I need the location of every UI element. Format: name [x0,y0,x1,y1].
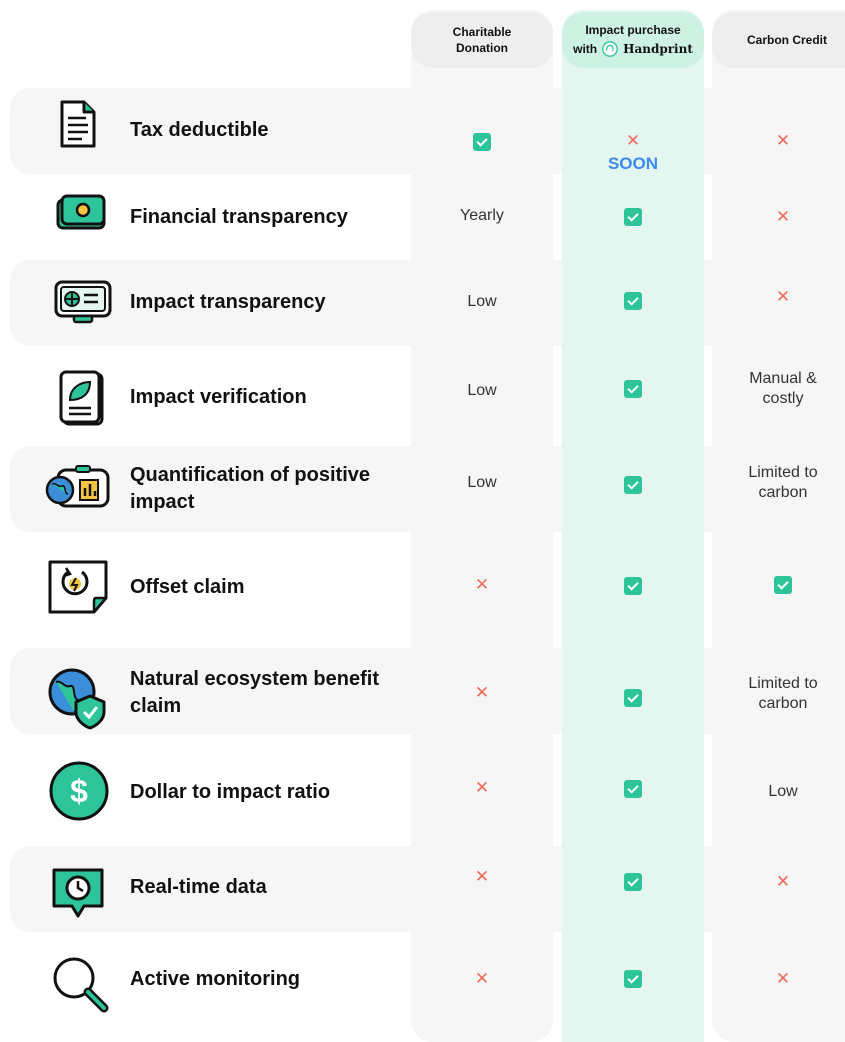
header-impact-purchase: Impact purchase with Handprint [562,12,704,68]
cell-carbon: Limited to carbon [748,675,818,712]
cell-impact [562,380,704,404]
cross-icon: ✕ [474,778,490,797]
cell-carbon [712,576,845,600]
dollar-icon: $ [48,760,110,822]
cell-charitable: Low [467,382,497,399]
money-icon [56,190,108,236]
cell-carbon: ✕ [712,288,845,308]
svg-text:$: $ [70,773,88,809]
check-icon [624,689,642,707]
offset-cycle-icon [46,558,112,616]
cell-charitable: ✕ [411,868,553,888]
check-icon [624,380,642,398]
document-icon [48,96,104,152]
soon-badge: SOON [607,154,659,173]
chart-board-icon [52,278,114,326]
cell-impact [562,476,704,500]
row-label: Impact verification [130,386,307,408]
cell-charitable: ✕ [411,779,553,799]
cross-icon: ✕ [474,575,490,594]
cell-impact [562,292,704,316]
row-label: Dollar to impact ratio [130,781,331,803]
check-icon [624,476,642,494]
cell-carbon: Low [768,783,798,800]
cell-carbon: ✕ [712,970,845,990]
header-impact-line1: Impact purchase [585,23,681,37]
check-icon [624,873,642,891]
cross-icon: ✕ [775,287,791,306]
header-carbon-credit: Carbon Credit [712,12,845,68]
header-impact-brand: Handprint [623,42,693,56]
cell-carbon: Manual & costly [749,370,817,407]
check-icon [624,780,642,798]
row-label: Tax deductible [130,119,269,141]
cell-carbon: Limited to carbon [748,464,818,501]
cell-charitable: Low [467,474,497,491]
row-label: Financial transparency [130,206,348,228]
row-label: Offset claim [130,576,245,598]
check-icon [624,208,642,226]
header-impact-with: with [573,42,598,56]
cross-icon: ✕ [775,872,791,891]
header-carbon-label: Carbon Credit [746,33,827,47]
cross-icon: ✕ [775,207,791,226]
cell-carbon: ✕ [712,873,845,893]
cell-charitable: Low [467,293,497,310]
header-charitable-label: Charitable Donation [452,25,512,55]
cell-impact [562,780,704,804]
row-label: Active monitoring [130,968,301,990]
check-icon [473,133,491,151]
cell-impact [562,873,704,897]
row-label: Impact transparency [130,291,326,313]
handprint-logo-icon [602,41,618,57]
check-icon [624,577,642,595]
cross-icon: ✕ [775,969,791,988]
magnifier-icon [50,954,110,1014]
row-label: Quantification of positive impact [130,464,371,513]
clock-chat-icon [50,866,106,922]
cell-impact [562,577,704,601]
cell-impact [562,970,704,994]
cell-impact [562,689,704,713]
globe-chart-icon [44,464,112,512]
check-icon [624,292,642,310]
cell-carbon: ✕ [712,132,845,152]
cell-impact: ✕ SOON [562,132,704,174]
cross-icon: ✕ [474,683,490,702]
cell-charitable: Yearly [460,207,504,224]
cell-charitable: ✕ [411,576,553,596]
cross-icon: ✕ [775,131,791,150]
cell-charitable [411,133,553,157]
check-icon [774,576,792,594]
header-charitable-donation: Charitable Donation [411,12,553,68]
row-label: Real-time data [130,876,267,898]
cell-charitable: ✕ [411,970,553,990]
cross-icon: ✕ [474,867,490,886]
row-label: Natural ecosystem benefit claim [130,668,379,717]
globe-shield-icon [46,666,110,730]
check-icon [624,970,642,988]
cross-icon: ✕ [474,969,490,988]
cell-charitable: ✕ [411,684,553,704]
cell-impact [562,208,704,232]
cell-carbon: ✕ [712,208,845,228]
cross-icon: ✕ [625,131,641,150]
certificate-leaf-icon [58,370,106,428]
